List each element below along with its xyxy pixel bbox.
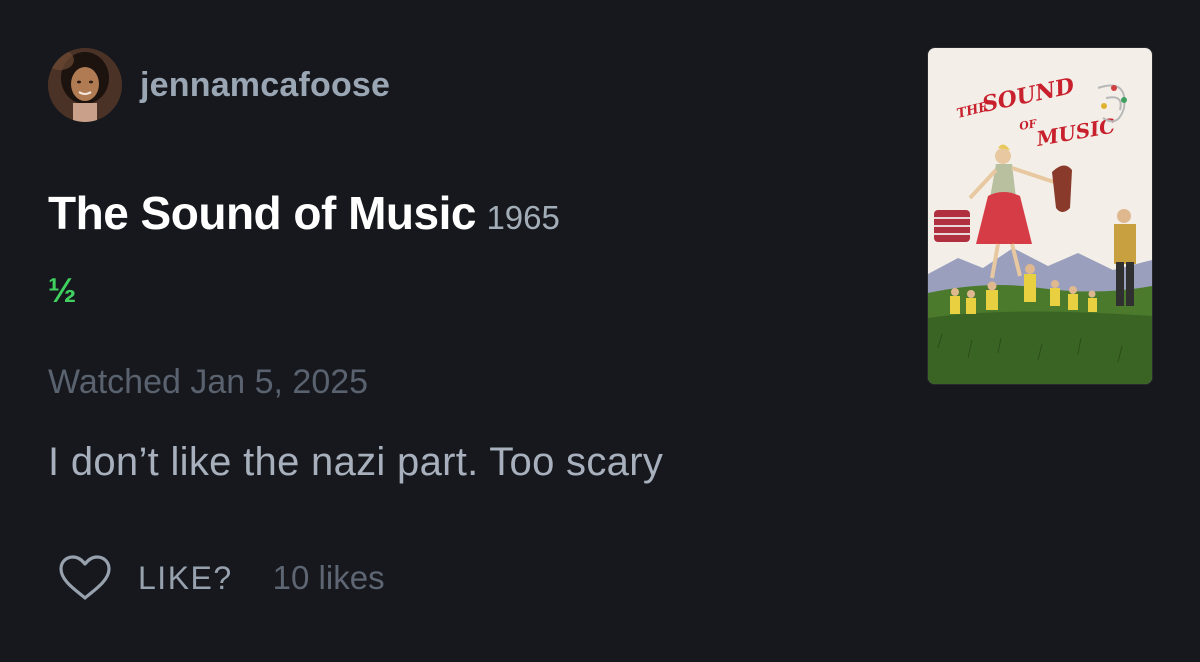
film-poster[interactable]: THE SOUND OF MUSIC [928, 48, 1152, 384]
review-card: jennamcafoose The Sound of Music 1965 ½ … [0, 0, 1200, 662]
author-username[interactable]: jennamcafoose [140, 66, 390, 105]
heart-icon[interactable] [58, 554, 112, 602]
avatar[interactable] [48, 48, 122, 122]
avatar-photo-icon [48, 48, 122, 122]
film-year[interactable]: 1965 [486, 199, 559, 236]
watched-date: Watched Jan 5, 2025 [48, 363, 369, 401]
review-body: I don’t like the nazi part. Too scary [48, 440, 664, 484]
film-poster-icon: THE SOUND OF MUSIC [928, 48, 1152, 384]
like-button[interactable]: LIKE? [138, 560, 233, 597]
like-row: LIKE? 10 likes [58, 553, 385, 603]
film-heading: The Sound of Music 1965 [48, 186, 560, 240]
film-title[interactable]: The Sound of Music [48, 187, 476, 239]
review-author[interactable]: jennamcafoose [48, 48, 390, 122]
rating-half-star: ½ [48, 272, 77, 310]
likes-count[interactable]: 10 likes [273, 559, 385, 597]
